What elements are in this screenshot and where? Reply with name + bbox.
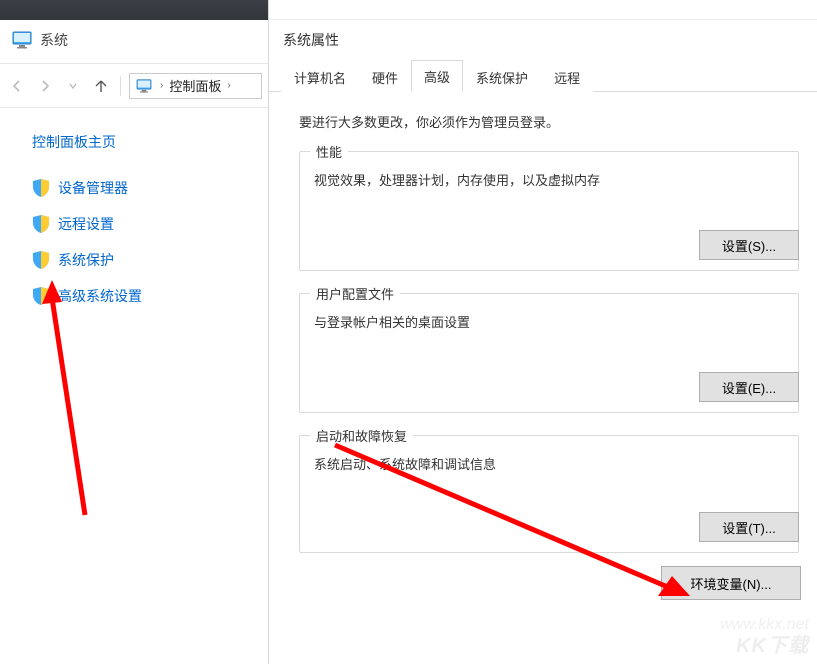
- nav-forward-button[interactable]: [34, 75, 56, 97]
- shield-icon: [32, 214, 50, 234]
- group-desc: 与登录帐户相关的桌面设置: [314, 312, 784, 331]
- nav-up-button[interactable]: [90, 75, 112, 97]
- sidebar-item-device-manager[interactable]: 设备管理器: [32, 178, 250, 198]
- sidebar-item-label: 远程设置: [58, 214, 114, 234]
- shield-icon: [32, 286, 50, 306]
- shield-icon: [32, 178, 50, 198]
- tab-remote[interactable]: 远程: [541, 61, 593, 92]
- left-window-chrome: [0, 0, 268, 20]
- tab-advanced[interactable]: 高级: [411, 60, 463, 92]
- tab-system-protection[interactable]: 系统保护: [463, 61, 541, 92]
- tab-hardware[interactable]: 硬件: [359, 61, 411, 92]
- group-title: 启动和故障恢复: [310, 426, 413, 445]
- group-title: 用户配置文件: [310, 284, 400, 303]
- dialog-title: 系统属性: [269, 20, 817, 62]
- dialog-titlebar: [269, 0, 817, 20]
- group-performance: 性能 视觉效果，处理器计划，内存使用，以及虚拟内存 设置(S)...: [299, 151, 799, 271]
- address-bar[interactable]: › 控制面板 ›: [129, 73, 262, 99]
- user-profiles-settings-button[interactable]: 设置(E)...: [699, 372, 799, 402]
- group-user-profiles: 用户配置文件 与登录帐户相关的桌面设置 设置(E)...: [299, 293, 799, 413]
- system-properties-dialog: 系统属性 计算机名 硬件 高级 系统保护 远程 要进行大多数更改，你必须作为管理…: [268, 0, 817, 664]
- left-window-title: 系统: [40, 30, 68, 50]
- group-title: 性能: [310, 142, 348, 161]
- left-header: 系统: [0, 20, 268, 64]
- startup-settings-button[interactable]: 设置(T)...: [699, 512, 799, 542]
- pc-icon: [12, 31, 32, 49]
- tab-computer-name[interactable]: 计算机名: [281, 61, 359, 92]
- group-desc: 视觉效果，处理器计划，内存使用，以及虚拟内存: [314, 170, 784, 189]
- nav-toolbar: › 控制面板 ›: [0, 64, 268, 108]
- tab-strip: 计算机名 硬件 高级 系统保护 远程: [269, 62, 817, 92]
- performance-settings-button[interactable]: 设置(S)...: [699, 230, 799, 260]
- sidebar-home-link[interactable]: 控制面板主页: [32, 132, 250, 152]
- system-window: 系统 › 控制面板 › 控制面板主页: [0, 0, 268, 664]
- breadcrumb-item[interactable]: 控制面板: [169, 76, 221, 95]
- sidebar-item-label: 系统保护: [58, 250, 114, 270]
- chevron-right-icon: ›: [225, 80, 232, 91]
- nav-separator: [120, 76, 121, 96]
- shield-icon: [32, 250, 50, 270]
- admin-note: 要进行大多数更改，你必须作为管理员登录。: [299, 112, 799, 131]
- environment-variables-button[interactable]: 环境变量(N)...: [661, 566, 801, 600]
- sidebar-item-label: 设备管理器: [58, 178, 128, 198]
- nav-recent-dropdown[interactable]: [62, 75, 84, 97]
- pc-icon: [134, 79, 154, 93]
- watermark-text: KK下载: [736, 629, 809, 658]
- group-desc: 系统启动、系统故障和调试信息: [314, 454, 784, 473]
- sidebar: 控制面板主页 设备管理器 远程设置 系统保护: [0, 108, 268, 306]
- group-startup-recovery: 启动和故障恢复 系统启动、系统故障和调试信息 设置(T)...: [299, 435, 799, 553]
- chevron-right-icon: ›: [158, 80, 165, 91]
- sidebar-item-remote-settings[interactable]: 远程设置: [32, 214, 250, 234]
- sidebar-item-system-protection[interactable]: 系统保护: [32, 250, 250, 270]
- sidebar-item-label: 高级系统设置: [58, 286, 142, 306]
- dialog-body: 要进行大多数更改，你必须作为管理员登录。 性能 视觉效果，处理器计划，内存使用，…: [269, 92, 817, 585]
- sidebar-item-advanced-settings[interactable]: 高级系统设置: [32, 286, 250, 306]
- nav-back-button[interactable]: [6, 75, 28, 97]
